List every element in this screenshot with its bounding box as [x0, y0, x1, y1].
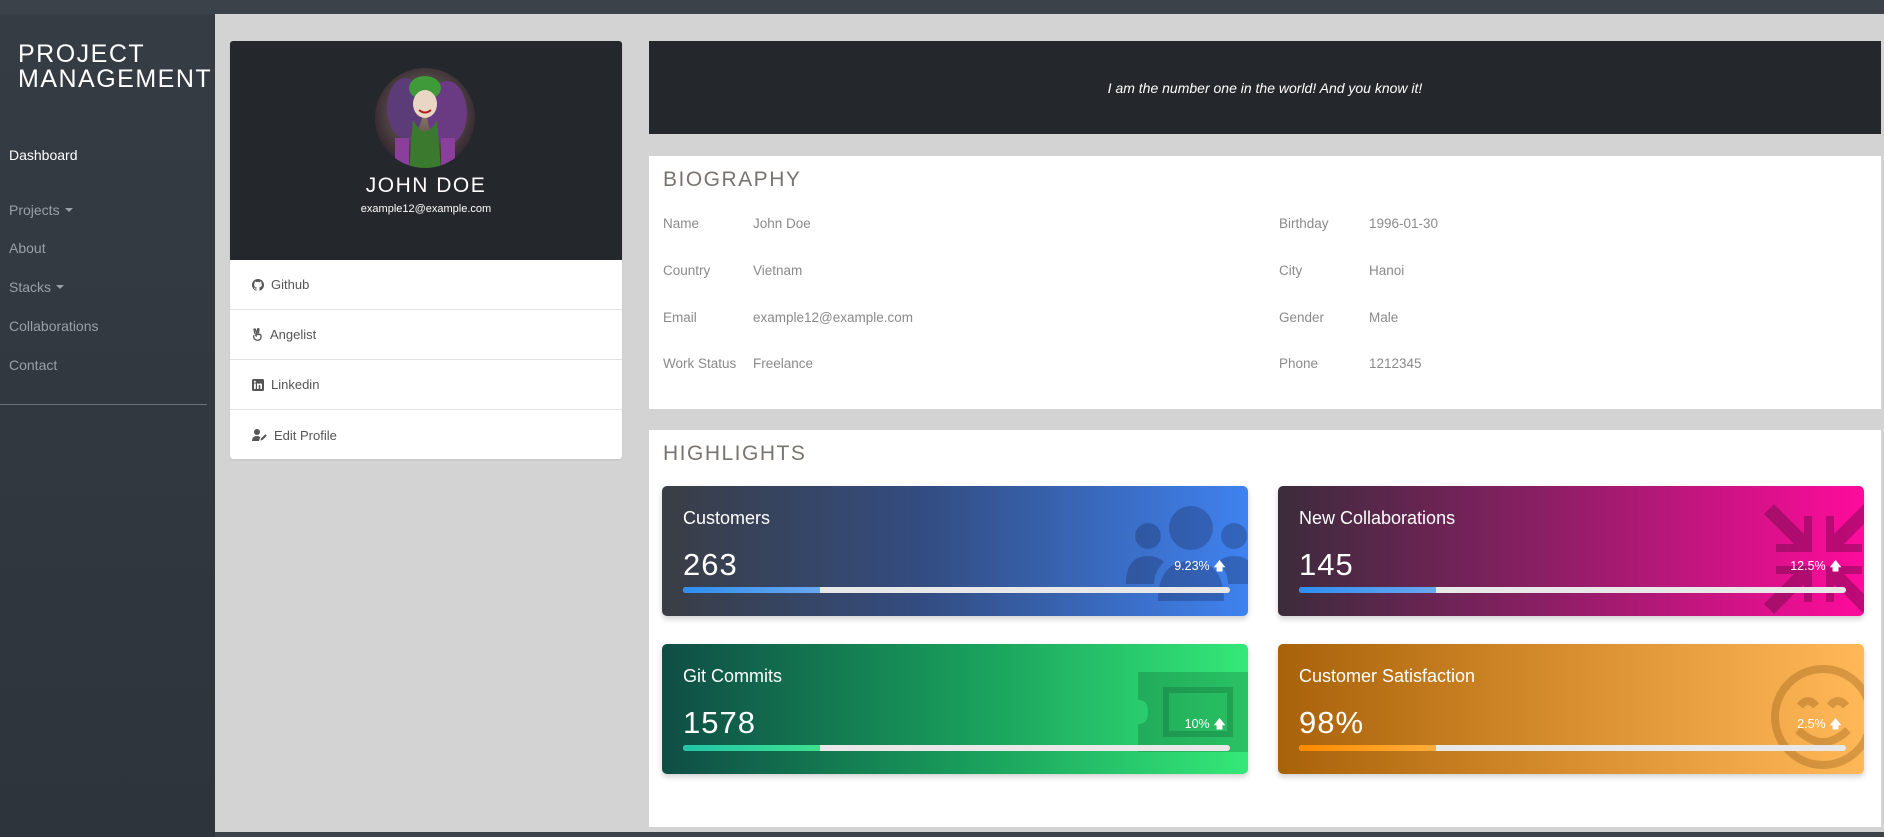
git-commits-change-text: 10%	[1184, 717, 1210, 731]
customers-value: 263	[683, 547, 738, 582]
git-commits-progress	[683, 745, 1230, 751]
bio-country-label: Country	[663, 263, 711, 278]
bio-city-label: City	[1279, 263, 1303, 278]
satisfaction-card[interactable]: Customer Satisfaction 98% 2.5% 🡅	[1278, 644, 1864, 774]
profile-email: example12@example.com	[360, 203, 492, 215]
collaborations-title: New Collaborations	[1299, 508, 1456, 528]
github-icon	[252, 278, 264, 291]
satisfaction-change: 2.5% 🡅	[1797, 715, 1842, 736]
nav-item-stacks-label: Stacks	[9, 279, 52, 295]
bio-work-status-value: Freelance	[753, 356, 814, 371]
linkedin-label: Linkedin	[271, 377, 320, 392]
main-content: JOHN DOE example12@example.com Github An…	[215, 14, 1884, 832]
arrow-up-icon: 🡅	[1213, 559, 1226, 573]
bio-email-label: Email	[663, 310, 697, 325]
bio-birthday-label: Birthday	[1279, 216, 1329, 231]
caret-down-icon	[64, 208, 73, 212]
satisfaction-progress	[1299, 745, 1846, 751]
avatar	[375, 68, 475, 168]
bio-gender-label: Gender	[1279, 310, 1325, 325]
brand-line-1: PROJECT	[18, 40, 146, 68]
customers-card[interactable]: Customers 263 9.23% 🡅	[662, 486, 1248, 616]
nav-item-contact[interactable]: Contact	[9, 357, 57, 373]
github-link[interactable]: Github	[230, 260, 622, 310]
angelist-label: Angelist	[270, 327, 317, 342]
nav-item-stacks[interactable]: Stacks	[9, 279, 65, 295]
edit-profile-label: Edit Profile	[274, 427, 337, 443]
github-label: Github	[271, 277, 310, 292]
nav-item-collaborations[interactable]: Collaborations	[9, 318, 99, 334]
bio-birthday-value: 1996-01-30	[1369, 216, 1439, 231]
bio-phone-value: 1212345	[1369, 356, 1422, 371]
sidebar-divider	[0, 404, 207, 405]
arrow-up-icon: 🡅	[1213, 717, 1226, 731]
git-commits-change: 10% 🡅	[1185, 715, 1226, 736]
bio-gender-value: Male	[1369, 310, 1399, 325]
bio-work-status-label: Work Status	[663, 356, 737, 371]
highlights-title: HIGHLIGHTS	[663, 442, 807, 465]
bio-country-value: Vietnam	[753, 263, 803, 278]
collaborations-card[interactable]: New Collaborations 145 12.5% 🡅	[1278, 486, 1864, 616]
sidebar: PROJECT MANAGEMENT Dashboard Projects Ab…	[0, 14, 215, 837]
angelist-link[interactable]: Angelist	[230, 310, 622, 360]
collaborations-change-text: 12.5%	[1790, 559, 1826, 573]
bio-phone-label: Phone	[1279, 356, 1319, 371]
nav-item-about[interactable]: About	[9, 240, 46, 256]
satisfaction-title: Customer Satisfaction	[1299, 666, 1476, 686]
linkedin-link[interactable]: Linkedin	[230, 360, 622, 410]
collaborations-value: 145	[1299, 547, 1354, 582]
nav-item-dashboard[interactable]: Dashboard	[9, 147, 78, 163]
collaborations-progress-fill	[1299, 587, 1436, 593]
bio-name-label: Name	[663, 216, 700, 231]
top-bar	[0, 0, 1884, 14]
bio-name-value: John Doe	[753, 216, 811, 231]
customers-progress	[683, 587, 1230, 593]
git-commits-title: Git Commits	[683, 666, 782, 686]
highlights-panel: HIGHLIGHTS Customers 263 9.23% 🡅 New Col…	[649, 430, 1881, 827]
bio-city-value: Hanoi	[1369, 263, 1405, 278]
profile-name: JOHN DOE	[365, 174, 487, 197]
customers-change-text: 9.23%	[1174, 559, 1210, 573]
biography-title: BIOGRAPHY	[663, 168, 802, 191]
git-commits-value: 1578	[683, 705, 756, 740]
quote-banner: I am the number one in the world! And yo…	[649, 41, 1881, 134]
nav-item-projects-label: Projects	[9, 202, 60, 218]
profile-card: JOHN DOE example12@example.com Github An…	[230, 41, 622, 459]
quote-text: I am the number one in the world! And yo…	[1107, 79, 1423, 96]
brand-logo[interactable]: PROJECT MANAGEMENT	[18, 42, 212, 92]
satisfaction-value: 98%	[1299, 705, 1365, 740]
bio-email-value: example12@example.com	[753, 310, 914, 325]
arrow-up-icon: 🡅	[1829, 559, 1842, 573]
git-commits-progress-fill	[683, 745, 820, 751]
customers-title: Customers	[683, 508, 771, 528]
collaborations-change: 12.5% 🡅	[1790, 557, 1842, 578]
satisfaction-progress-fill	[1299, 745, 1436, 751]
biography-panel: BIOGRAPHY Name John Doe Birthday 1996-01…	[649, 156, 1881, 409]
angelist-icon	[252, 328, 262, 341]
customers-progress-fill	[683, 587, 820, 593]
brand-line-2: MANAGEMENT	[18, 65, 213, 93]
git-commits-card[interactable]: Git Commits 1578 10% 🡅	[662, 644, 1248, 774]
arrow-up-icon: 🡅	[1829, 717, 1842, 731]
collaborations-progress	[1299, 587, 1846, 593]
linkedin-icon	[252, 378, 264, 391]
ticket-icon	[1138, 672, 1248, 752]
profile-header: JOHN DOE example12@example.com	[230, 41, 622, 260]
bottom-bar	[215, 832, 1884, 837]
caret-down-icon	[56, 285, 65, 289]
nav-item-projects[interactable]: Projects	[9, 202, 73, 218]
satisfaction-change-text: 2.5%	[1797, 717, 1826, 731]
user-edit-icon	[252, 429, 267, 441]
edit-profile-link[interactable]: Edit Profile	[230, 410, 622, 459]
customers-change: 9.23% 🡅	[1174, 557, 1226, 578]
